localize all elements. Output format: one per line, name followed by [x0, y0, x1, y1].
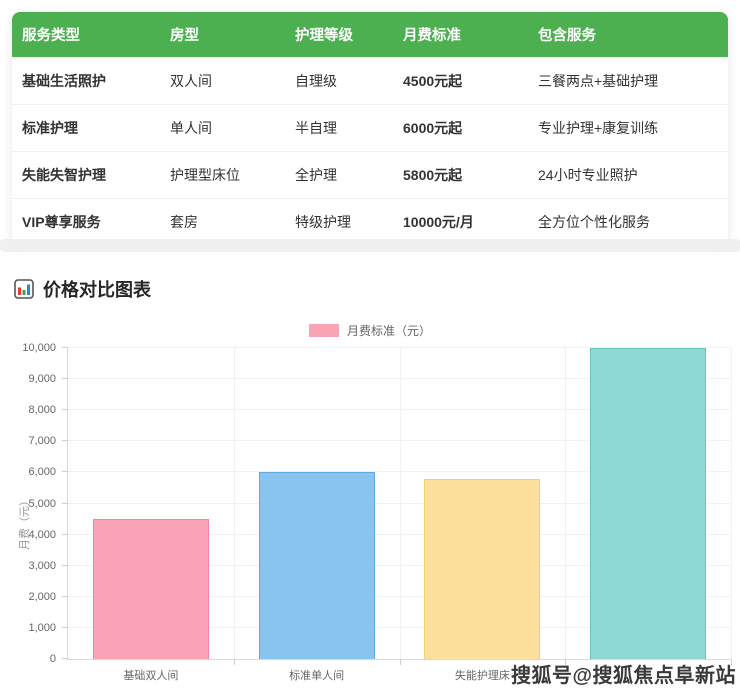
y-tick-label: 4,000 — [4, 529, 56, 541]
chart-bar[interactable] — [424, 479, 540, 659]
table-header-row: 服务类型 房型 护理等级 月费标准 包含服务 — [12, 12, 728, 58]
header-room-type: 房型 — [160, 12, 285, 58]
y-tick-label: 5,000 — [4, 498, 56, 510]
table-row: 标准护理 单人间 半自理 6000元起 专业护理+康复训练 — [12, 105, 728, 152]
cell-room: 单人间 — [160, 105, 285, 152]
cell-service: 标准护理 — [12, 105, 160, 152]
cell-level: 半自理 — [285, 105, 393, 152]
y-tick-label: 6,000 — [4, 466, 56, 478]
y-tick-label: 1,000 — [4, 622, 56, 634]
table-row: 基础生活照护 双人间 自理级 4500元起 三餐两点+基础护理 — [12, 58, 728, 105]
y-tick-label: 3,000 — [4, 560, 56, 572]
cell-room: 护理型床位 — [160, 152, 285, 199]
x-tick-mark — [400, 659, 401, 665]
bar-slot — [565, 348, 731, 659]
legend-swatch — [309, 324, 339, 337]
chart-bar[interactable] — [93, 519, 209, 659]
bar-slot: 标准单人间 — [234, 348, 400, 659]
bar-slot: 失能护理床 — [400, 348, 566, 659]
cell-price: 5800元起 — [393, 152, 528, 199]
cell-service: 失能失智护理 — [12, 152, 160, 199]
x-axis-label: 基础双人间 — [68, 667, 234, 683]
table-row: 失能失智护理 护理型床位 全护理 5800元起 24小时专业照护 — [12, 152, 728, 199]
legend-label: 月费标准（元） — [347, 322, 431, 339]
section-title-text: 价格对比图表 — [43, 276, 151, 302]
y-tick-label: 0 — [4, 653, 56, 665]
chart-legend[interactable]: 月费标准（元） — [0, 322, 740, 339]
cell-service: 基础生活照护 — [12, 58, 160, 105]
bar-chart-icon — [14, 279, 34, 299]
cell-level: 全护理 — [285, 152, 393, 199]
bar-slot: 基础双人间 — [68, 348, 234, 659]
y-tick-label: 8,000 — [4, 404, 56, 416]
plot-area: 01,0002,0003,0004,0005,0006,0007,0008,00… — [67, 348, 731, 660]
chart-bar[interactable] — [590, 348, 706, 659]
cell-room: 双人间 — [160, 58, 285, 105]
price-comparison-chart: 月费标准（元） 月费（元） 01,0002,0003,0004,0005,000… — [0, 318, 740, 672]
chart-section-title: 价格对比图表 — [14, 276, 151, 302]
bar-slots: 基础双人间标准单人间失能护理床 — [68, 348, 731, 659]
header-care-level: 护理等级 — [285, 12, 393, 58]
cell-includes: 三餐两点+基础护理 — [528, 58, 728, 105]
cell-price: 4500元起 — [393, 58, 528, 105]
y-tick-label: 2,000 — [4, 591, 56, 603]
pricing-table-card: 服务类型 房型 护理等级 月费标准 包含服务 基础生活照护 双人间 自理级 45… — [12, 12, 728, 245]
y-tick-label: 10,000 — [4, 342, 56, 354]
header-monthly-fee: 月费标准 — [393, 12, 528, 58]
cell-price: 6000元起 — [393, 105, 528, 152]
x-axis-label: 标准单人间 — [234, 667, 400, 683]
gridline-vertical — [731, 348, 732, 659]
y-tick-label: 9,000 — [4, 373, 56, 385]
x-tick-mark — [234, 659, 235, 665]
header-included-services: 包含服务 — [528, 12, 728, 58]
y-tick-label: 7,000 — [4, 435, 56, 447]
watermark: 搜狐号@搜狐焦点阜新站 — [511, 659, 736, 688]
pricing-table: 服务类型 房型 护理等级 月费标准 包含服务 基础生活照护 双人间 自理级 45… — [12, 12, 728, 245]
header-service-type: 服务类型 — [12, 12, 160, 58]
section-divider — [0, 239, 740, 252]
cell-includes: 24小时专业照护 — [528, 152, 728, 199]
cell-level: 自理级 — [285, 58, 393, 105]
chart-bar[interactable] — [259, 472, 375, 659]
cell-includes: 专业护理+康复训练 — [528, 105, 728, 152]
